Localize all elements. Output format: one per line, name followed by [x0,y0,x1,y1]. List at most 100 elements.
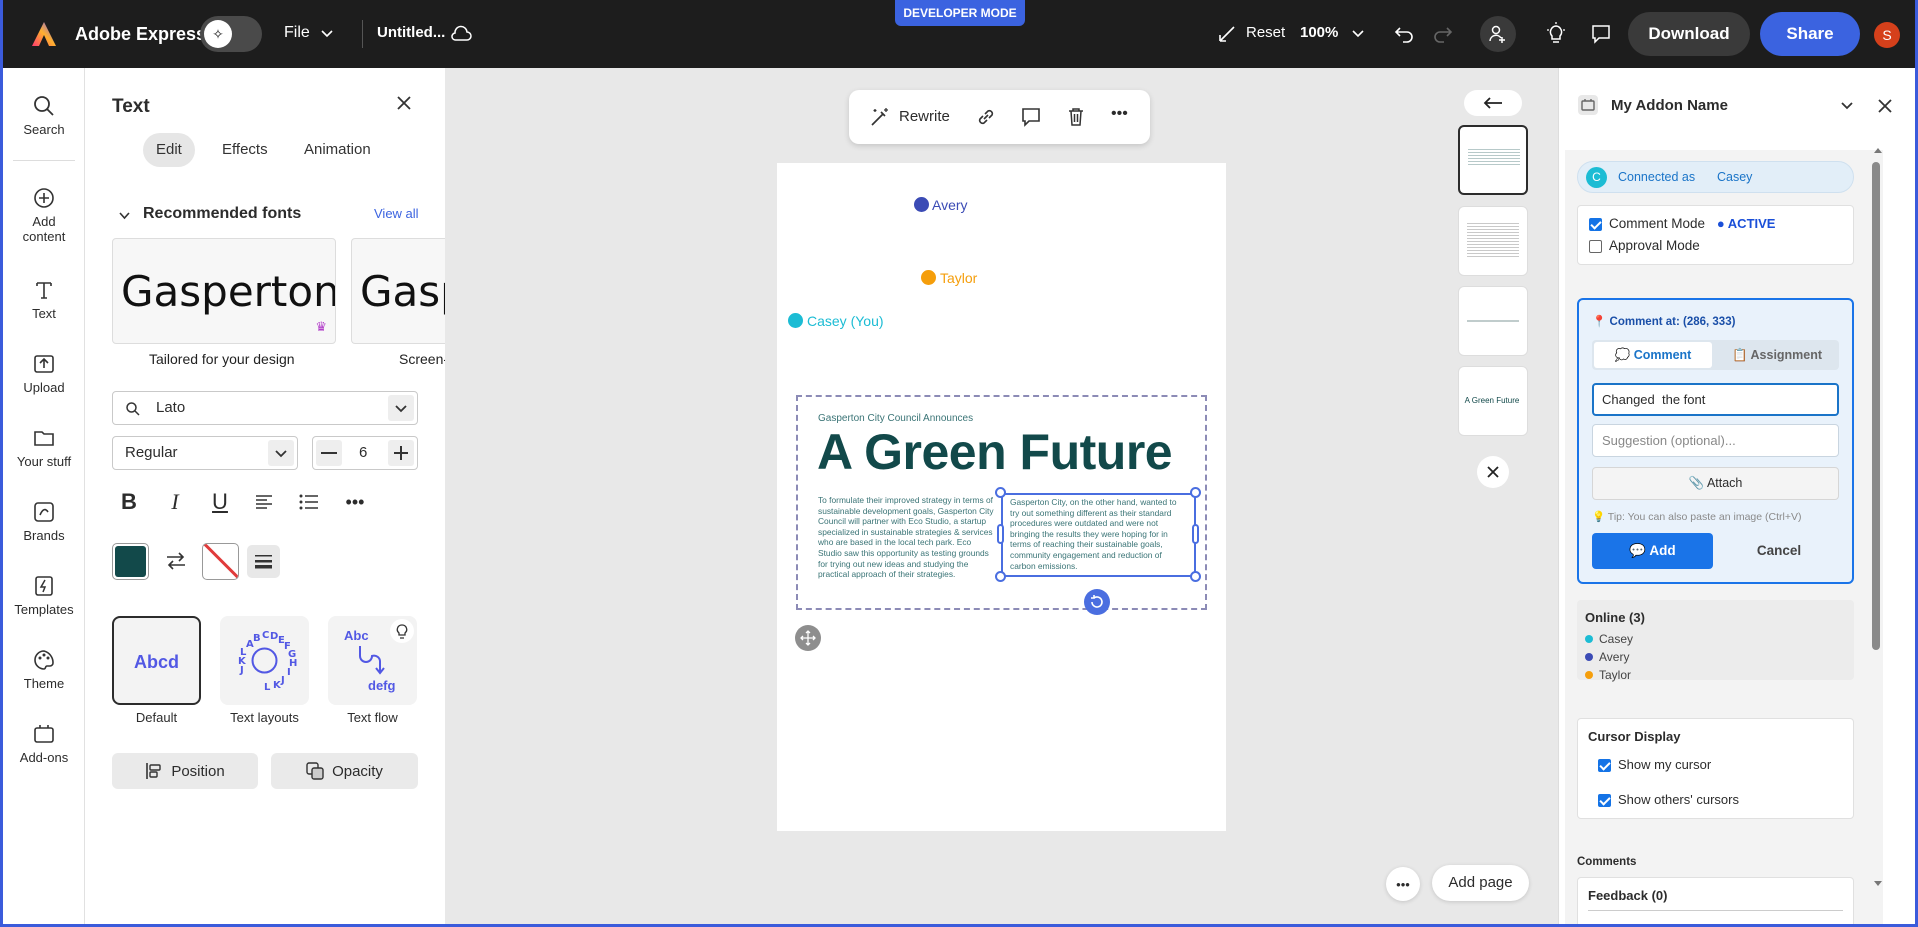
move-handle[interactable] [795,625,821,651]
undo-icon[interactable] [1393,23,1415,45]
text-color-swatch[interactable] [112,543,149,580]
document-page[interactable]: Gasperton City Council Announces A Green… [777,163,1226,831]
comment-icon[interactable] [1590,23,1612,45]
dropdown-button[interactable] [388,395,414,421]
resize-handle[interactable] [995,571,1006,582]
document-title[interactable]: Untitled... [377,24,445,41]
download-button[interactable]: Download [1628,12,1750,56]
link-icon[interactable] [975,106,997,128]
reset-button[interactable]: Reset [1246,24,1285,41]
rail-item-text[interactable]: Text [3,278,85,321]
dropdown-button[interactable] [268,440,294,466]
show-my-cursor-checkbox[interactable] [1598,759,1611,773]
scrollbar-thumb[interactable] [1872,162,1880,650]
stroke-weight-button[interactable] [247,545,280,578]
rail-item-add-content[interactable]: Add content [3,186,85,244]
adobe-express-logo[interactable] [30,20,58,48]
cancel-button[interactable]: Cancel [1719,533,1839,569]
more-icon[interactable]: ••• [339,486,371,518]
magic-wand-icon[interactable] [869,106,891,128]
scroll-down-icon[interactable] [1873,880,1883,888]
file-menu[interactable]: File [284,24,310,42]
font-size-stepper[interactable]: 6 [312,436,418,470]
text-style-default[interactable]: Abcd [112,616,201,705]
page-options-button[interactable]: ••• [1386,867,1420,901]
page-thumbnail[interactable] [1458,125,1528,195]
chevron-down-icon[interactable] [320,27,334,41]
share-button[interactable]: Share [1760,12,1860,56]
page-thumbnail[interactable] [1458,206,1528,276]
no-color-swatch[interactable] [202,543,239,580]
increment-button[interactable] [388,440,414,466]
invite-button[interactable] [1480,16,1516,52]
lightbulb-icon[interactable] [1545,22,1567,46]
list-icon[interactable] [293,486,325,518]
comment-input[interactable]: Changed the font [1592,383,1839,416]
align-left-icon[interactable] [248,486,280,518]
tab-edit[interactable]: Edit [143,133,195,167]
doc-column-2[interactable]: Gasperton City, on the other hand, wante… [1010,497,1188,571]
tab-comment[interactable]: 💭 Comment [1594,342,1712,368]
doc-headline[interactable]: A Green Future [817,423,1173,481]
close-thumbnails-button[interactable] [1477,456,1509,488]
comment-mode-row[interactable]: Comment Mode ● ACTIVE [1589,216,1775,231]
italic-icon[interactable]: I [159,486,191,518]
text-style-flow[interactable]: Abc defg [328,616,417,705]
show-my-cursor-row[interactable]: Show my cursor [1598,757,1711,773]
comment-mode-checkbox[interactable] [1589,217,1602,231]
position-button[interactable]: Position [112,753,258,789]
opacity-button[interactable]: Opacity [271,753,418,789]
more-icon[interactable]: ••• [1111,105,1128,123]
resize-handle[interactable] [995,487,1006,498]
font-family-select[interactable]: Lato [112,391,418,425]
show-others-checkbox[interactable] [1598,794,1611,808]
text-style-layouts[interactable]: CDEF G H I JKLB A L K J [220,616,309,705]
chevron-down-icon[interactable] [1351,27,1365,41]
zoom-level[interactable]: 100% [1300,24,1338,41]
chevron-down-icon[interactable] [118,209,131,222]
rail-item-brands[interactable]: Brands [3,500,85,543]
rail-item-search[interactable]: Search [3,94,85,137]
attach-button[interactable]: 📎 Attach [1592,467,1839,500]
doc-column-1[interactable]: To formulate their improved strategy in … [818,495,996,580]
collapse-thumbnails-button[interactable] [1464,90,1522,116]
resize-handle[interactable] [1190,487,1201,498]
page-thumbnail[interactable]: A Green Future [1458,366,1528,436]
scroll-up-icon[interactable] [1873,146,1883,154]
redo-icon[interactable] [1432,23,1454,45]
swap-icon[interactable] [165,551,187,571]
resize-handle[interactable] [1190,571,1201,582]
resize-icon[interactable] [1218,25,1236,43]
font-card[interactable]: Gasperton C ♛ [112,238,336,344]
rotate-handle[interactable] [1084,589,1110,615]
font-size-value[interactable]: 6 [359,444,367,461]
suggestion-input[interactable]: Suggestion (optional)... [1592,424,1839,457]
tab-assignment[interactable]: 📋 Assignment [1718,342,1836,368]
side-handle[interactable] [997,524,1004,544]
approval-mode-row[interactable]: Approval Mode [1589,238,1700,253]
rail-item-addons[interactable]: Add-ons [3,722,85,765]
close-icon[interactable] [395,94,413,112]
trash-icon[interactable] [1065,106,1087,128]
rewrite-button[interactable]: Rewrite [899,108,950,125]
comment-icon[interactable] [1020,106,1042,128]
add-page-button[interactable]: Add page [1432,865,1529,901]
page-thumbnail[interactable] [1458,286,1528,356]
rail-item-your-stuff[interactable]: Your stuff [3,426,85,469]
chevron-down-icon[interactable] [1840,99,1854,113]
rail-item-theme[interactable]: Theme [3,648,85,691]
view-all-link[interactable]: View all [374,206,419,221]
show-others-row[interactable]: Show others' cursors [1598,792,1739,808]
rail-item-templates[interactable]: Templates [3,574,85,617]
bold-icon[interactable]: B [113,486,145,518]
side-handle[interactable] [1192,524,1199,544]
magic-toggle[interactable]: ✧ [200,16,262,52]
underline-icon[interactable]: U [204,486,236,518]
add-comment-button[interactable]: 💬 Add [1592,533,1713,569]
tab-animation[interactable]: Animation [291,133,384,167]
font-weight-select[interactable]: Regular [112,436,298,470]
rail-item-upload[interactable]: Upload [3,352,85,395]
close-icon[interactable] [1877,98,1893,114]
user-avatar[interactable]: S [1874,22,1900,48]
decrement-button[interactable] [316,440,342,466]
